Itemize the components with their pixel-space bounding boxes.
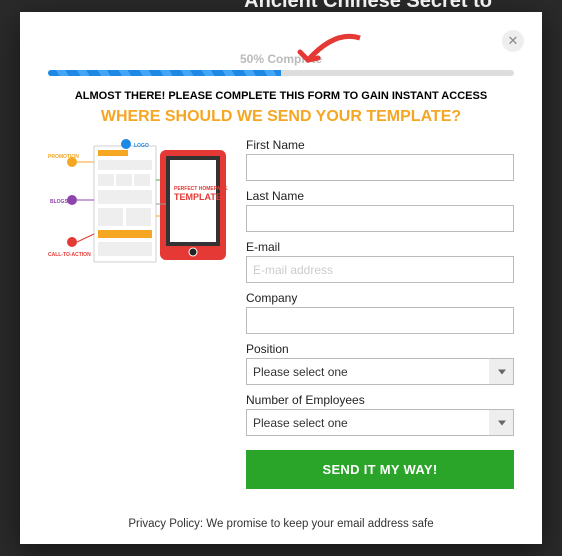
last-name-label: Last Name [246,189,514,203]
subheading: ALMOST THERE! PLEASE COMPLETE THIS FORM … [48,90,514,102]
first-name-label: First Name [246,138,514,152]
email-input[interactable] [246,256,514,283]
progress-bar-wrap [48,70,514,90]
employees-select[interactable]: Please select one [246,409,514,436]
main-heading: WHERE SHOULD WE SEND YOUR TEMPLATE? [48,108,514,126]
employees-label: Number of Employees [246,393,514,407]
email-label: E-mail [246,240,514,254]
close-icon[interactable]: ✕ [502,30,524,52]
first-name-input[interactable] [246,154,514,181]
position-label: Position [246,342,514,356]
progress-bar [48,70,514,76]
svg-text:PROMOTION: PROMOTION [48,154,79,160]
svg-text:LOGO: LOGO [134,143,149,149]
progress-fill [48,70,281,76]
company-label: Company [246,291,514,305]
last-name-input[interactable] [246,205,514,232]
svg-text:TEMPLATE: TEMPLATE [174,192,222,202]
submit-button[interactable]: SEND IT MY WAY! [246,450,514,489]
optin-modal: ✕ 50% Complete ALMOST THERE! PLEASE COMP… [20,12,542,544]
template-illustration: LOGO PROMOTION LEADMAGNET BLOGS REVIEWS … [48,138,228,508]
privacy-text: Privacy Policy: We promise to keep your … [48,518,514,530]
company-input[interactable] [246,307,514,334]
progress-label: 50% Complete [48,52,514,66]
position-select[interactable]: Please select one [246,358,514,385]
svg-text:CALL-TO-ACTION: CALL-TO-ACTION [48,252,91,258]
svg-text:BLOGS: BLOGS [50,199,68,205]
lead-form: First Name Last Name E-mail Company Posi… [246,138,514,508]
